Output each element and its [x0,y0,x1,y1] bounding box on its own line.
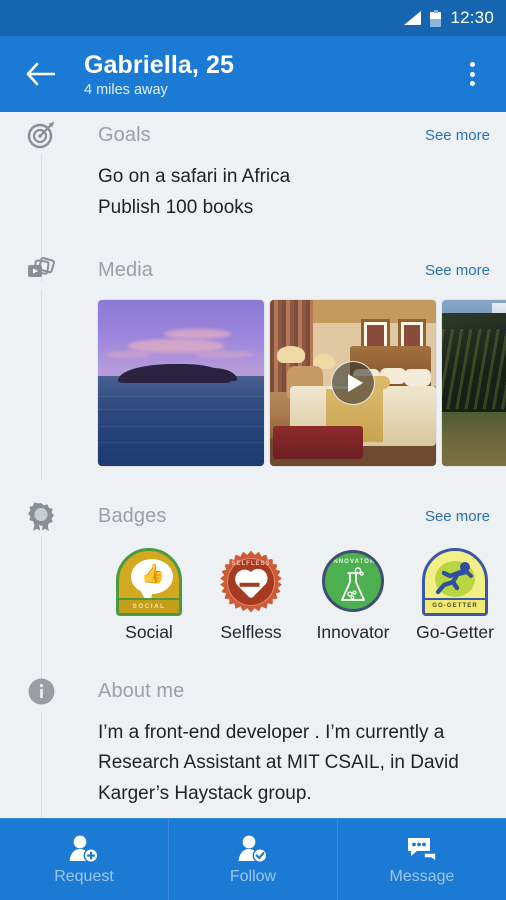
badge-innovator[interactable]: INNOVATOR Innovator [302,548,404,643]
about-text: I’m a front-end developer . I’m currentl… [98,721,459,805]
status-bar-clock: 12:30 [450,8,494,27]
signal-triangle-icon [404,11,422,25]
about-header: About me [0,669,506,715]
badge-label: Social [125,621,173,642]
info-icon [24,675,58,709]
back-arrow-icon[interactable] [18,52,62,96]
media-title: Media [98,259,153,282]
badge-label: Selfless [220,621,282,642]
badge-label: Go-Getter [416,621,494,642]
badges-title: Badges [98,505,167,528]
about-body: I’m a front-end developer . I’m currentl… [0,715,506,810]
more-vertical-icon[interactable] [452,50,492,98]
media-thumbnail-mountain-lake[interactable] [442,299,506,466]
request-button[interactable]: Request [0,819,169,900]
about-title: About me [98,680,185,703]
follow-label: Follow [229,867,277,885]
innovator-badge-art: INNOVATOR [320,548,386,616]
innovator-badge-inner-text: INNOVATOR [330,558,376,565]
section-about-me: About me I’m a front-end developer . I’m… [0,669,506,818]
goals-title: Goals [98,123,151,146]
request-label: Request [54,867,114,885]
badge-social[interactable]: 👍 SOCIAL Social [98,547,200,643]
social-badge-art: 👍 SOCIAL [116,547,182,616]
media-see-more-link[interactable]: See more [425,262,490,279]
section-goals: Goals See more Go on a safari in Africa … [0,112,506,282]
app-bar: Gabriella, 25 4 miles away [0,36,506,112]
list-item: Go on a safari in Africa [98,166,291,187]
section-badges: Badges See more 👍 SOCIAL Social SELFLESS… [0,494,506,688]
badges-header: Badges See more [0,494,506,540]
timeline-rail [41,289,43,480]
media-header: Media See more [0,248,506,294]
media-thumbnail-hotel-room-video[interactable] [270,299,436,466]
badges-see-more-link[interactable]: See more [425,508,490,525]
selfless-badge-inner-text: SELFLESS [231,560,271,567]
profile-content: Goals See more Go on a safari in Africa … [0,112,506,818]
timeline-rail [41,535,43,688]
media-thumbnail-sunset-island[interactable] [98,299,264,466]
media-stack-icon [24,254,58,288]
bottom-action-bar: Request Follow Message [0,818,506,900]
play-icon[interactable] [331,360,375,405]
section-media: Media See more [0,248,506,480]
selfless-badge-art: SELFLESS [218,548,284,616]
status-bar: 12:30 [0,0,506,36]
goals-see-more-link[interactable]: See more [425,127,490,144]
list-item: Publish 100 books [98,196,254,218]
social-badge-inner-text: SOCIAL [119,597,179,613]
page-title: Gabriella, 25 [84,50,234,79]
go-getter-badge-inner-text: GO-GETTER [425,597,485,613]
badges-row: 👍 SOCIAL Social SELFLESS Selfless INNOVA… [0,540,506,643]
follow-button[interactable]: Follow [169,819,338,900]
go-getter-badge-art: GO-GETTER [422,547,488,616]
battery-icon [430,9,442,27]
thumbs-up-icon: 👍 [141,563,165,585]
chat-bubbles-icon [408,837,437,862]
message-button[interactable]: Message [338,819,506,900]
goals-list: Go on a safari in Africa Publish 100 boo… [0,158,506,224]
message-label: Message [389,867,455,885]
person-add-icon [69,835,99,863]
flask-icon [341,566,365,601]
target-icon [24,118,58,152]
distance-subtitle: 4 miles away [84,81,168,98]
goals-header: Goals See more [0,112,506,158]
media-thumbnail-row [0,294,506,466]
profile-screen: 12:30 Gabriella, 25 4 miles away Goals S… [0,0,506,900]
badge-label: Innovator [316,621,390,642]
badge-selfless[interactable]: SELFLESS Selfless [200,548,302,643]
profile-title-group: Gabriella, 25 4 miles away [84,51,452,98]
award-rosette-icon [24,500,58,534]
timeline-rail [41,710,43,818]
runner-icon [435,561,473,594]
person-check-icon [238,835,268,863]
badge-go-getter[interactable]: GO-GETTER Go-Getter [404,547,506,643]
